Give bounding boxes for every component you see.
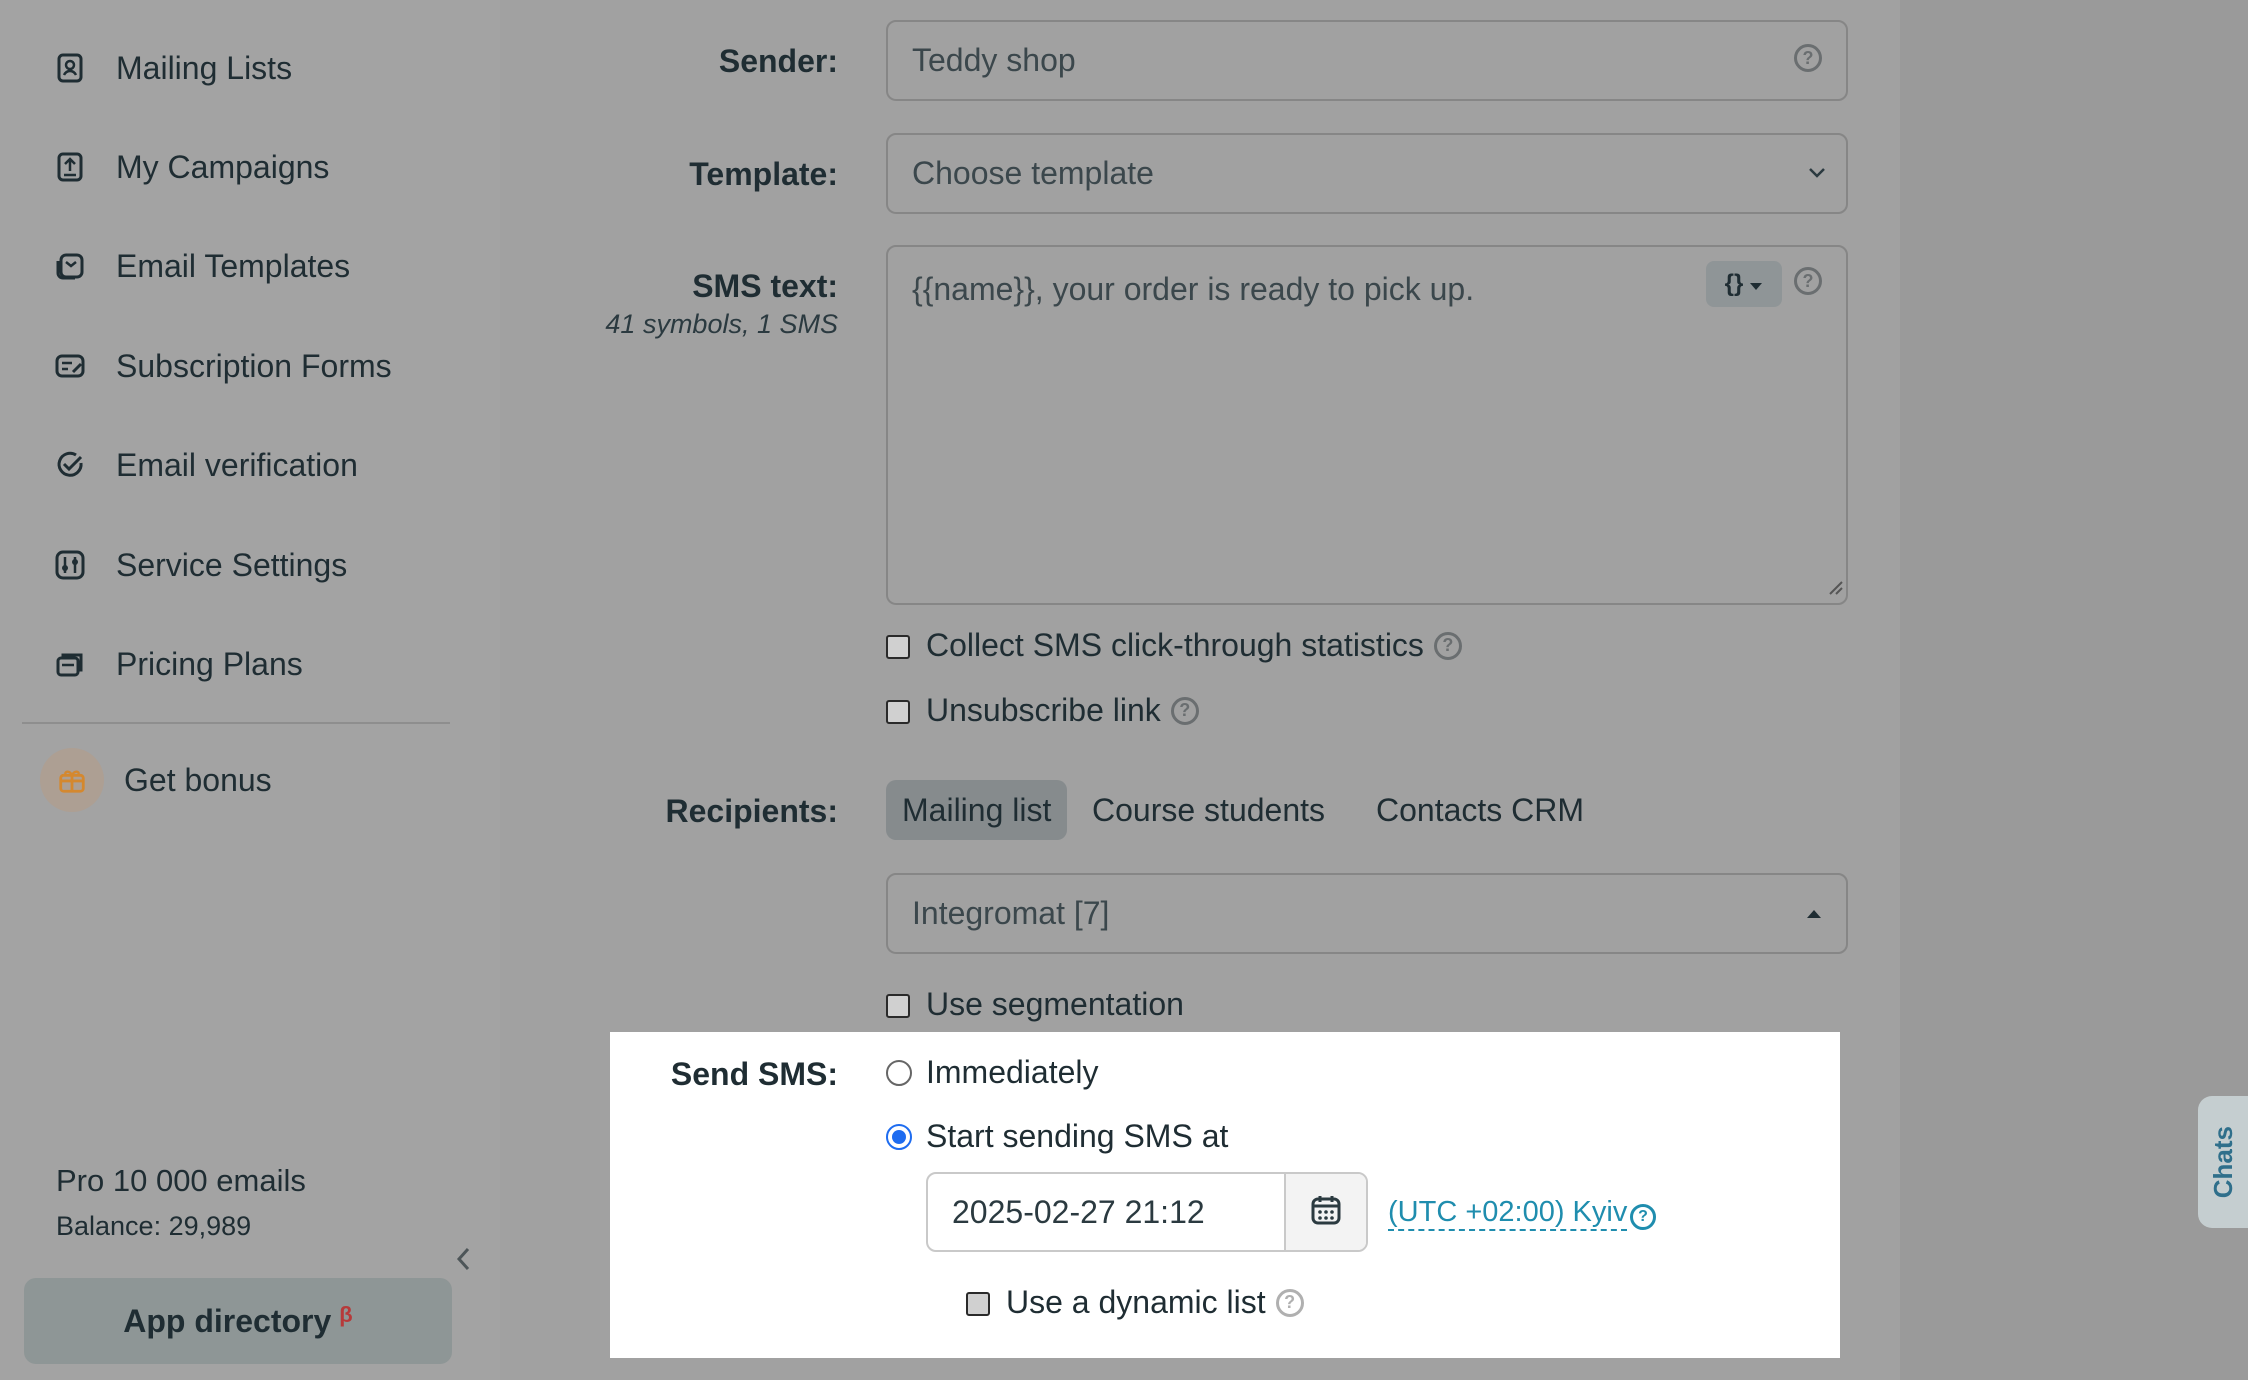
segmentation-label: Use segmentation [926, 986, 1184, 1022]
sidebar-item-label: Email Templates [116, 247, 351, 284]
check-circle-icon [52, 447, 88, 483]
plan-name: Pro 10 000 emails [56, 1163, 306, 1198]
timezone-help-icon[interactable]: ? [1630, 1204, 1656, 1230]
dynamic-list-checkbox[interactable] [966, 1292, 990, 1316]
template-label: Template: [689, 156, 838, 192]
sidebar-item-my-campaigns[interactable]: My Campaigns [52, 137, 329, 197]
datetime-input[interactable]: 2025-02-27 21:12 [928, 1174, 1286, 1250]
calendar-icon [1309, 1193, 1343, 1232]
account-balance: Balance: 29,989 [56, 1211, 252, 1241]
caret-up-icon [1806, 907, 1822, 925]
sidebar-item-label: Pricing Plans [116, 645, 303, 682]
beta-badge: β [339, 1302, 353, 1327]
unsubscribe-label: Unsubscribe link [926, 692, 1161, 728]
chevron-down-icon [1806, 165, 1828, 186]
sidebar-divider [22, 722, 450, 724]
sidebar-item-label: Email verification [116, 446, 358, 483]
variables-dropdown-button[interactable]: {} [1706, 261, 1782, 307]
tab-contacts-crm[interactable]: Contacts CRM [1360, 780, 1600, 840]
unsubscribe-checkbox[interactable] [886, 700, 910, 724]
collect-stats-checkbox[interactable] [886, 635, 910, 659]
contact-list-icon [52, 50, 88, 86]
recipients-label: Recipients: [665, 793, 838, 829]
sidebar-item-label: Mailing Lists [116, 49, 293, 86]
email-template-icon [52, 248, 88, 284]
caret-down-icon [1749, 270, 1763, 298]
sms-text-help-icon[interactable]: ? [1794, 267, 1822, 295]
settings-sliders-icon [52, 547, 88, 583]
app-directory-button[interactable]: App directory β [24, 1278, 452, 1364]
template-value: Choose template [912, 155, 1154, 191]
sidebar-item-label: Service Settings [116, 546, 348, 583]
gift-icon [40, 748, 104, 812]
send-sms-label: Send SMS: [670, 1056, 838, 1092]
dynamic-list-help-icon[interactable]: ? [1275, 1288, 1304, 1317]
send-immediately-radio[interactable] [886, 1060, 912, 1086]
sms-text-label: SMS text: [692, 268, 838, 304]
collect-stats-help-icon[interactable]: ? [1433, 631, 1462, 660]
mailing-list-select[interactable]: Integromat [7] [886, 873, 1848, 954]
sidebar-item-service-settings[interactable]: Service Settings [52, 535, 347, 595]
sidebar-item-label: My Campaigns [116, 148, 330, 185]
tab-mailing-list[interactable]: Mailing list [886, 780, 1068, 840]
sidebar: Mailing Lists My Campaigns Email Templat… [0, 0, 500, 1380]
sidebar-item-label: Subscription Forms [116, 347, 392, 384]
timezone-link[interactable]: (UTC +02:00) Kyiv [1388, 1196, 1628, 1231]
pricing-cards-icon [52, 646, 88, 682]
send-scheduled-label: Start sending SMS at [926, 1118, 1229, 1154]
collapse-sidebar-icon[interactable] [452, 1244, 476, 1274]
chats-label: Chats [2207, 1125, 2238, 1199]
sidebar-item-email-templates[interactable]: Email Templates [52, 236, 350, 296]
right-gutter [1900, 0, 2248, 1380]
collect-stats-option: Collect SMS click-through statistics ? [926, 627, 1462, 664]
sms-text-area[interactable]: {{name}}, your order is ready to pick up… [886, 245, 1848, 605]
send-scheduled-radio[interactable] [886, 1124, 912, 1150]
segmentation-checkbox[interactable] [886, 994, 910, 1018]
collect-stats-label: Collect SMS click-through statistics [926, 627, 1424, 663]
sidebar-item-subscription-forms[interactable]: Subscription Forms [52, 336, 392, 396]
sms-text-value: {{name}}, your order is ready to pick up… [912, 271, 1475, 307]
get-bonus-label: Get bonus [124, 761, 272, 798]
get-bonus-link[interactable]: Get bonus [40, 748, 272, 812]
template-select[interactable]: Choose template [886, 133, 1848, 214]
sender-label: Sender: [718, 43, 838, 79]
send-immediately-label: Immediately [926, 1054, 1099, 1090]
app-directory-label: App directory [123, 1302, 332, 1339]
mailing-list-value: Integromat [7] [912, 895, 1110, 931]
chats-tab[interactable]: Chats [2198, 1096, 2248, 1228]
sidebar-item-pricing-plans[interactable]: Pricing Plans [52, 634, 303, 694]
sidebar-item-mailing-lists[interactable]: Mailing Lists [52, 38, 292, 98]
sender-value: Teddy shop [912, 42, 1076, 78]
dynamic-list-label: Use a dynamic list [1006, 1284, 1266, 1320]
sender-field[interactable]: Teddy shop ? [886, 20, 1848, 101]
resize-handle-icon[interactable] [1826, 578, 1844, 601]
sender-help-icon[interactable]: ? [1794, 44, 1822, 72]
sidebar-item-email-verification[interactable]: Email verification [52, 435, 358, 495]
subscription-form-icon [52, 348, 88, 384]
calendar-button[interactable] [1286, 1174, 1366, 1250]
tab-course-students[interactable]: Course students [1076, 780, 1341, 840]
datetime-picker: 2025-02-27 21:12 [926, 1172, 1368, 1252]
variables-button-label: {} [1724, 270, 1744, 297]
campaign-upload-icon [52, 149, 88, 185]
dynamic-list-option: Use a dynamic list ? [1006, 1284, 1304, 1321]
sms-text-meta: 41 symbols, 1 SMS [605, 309, 838, 339]
unsubscribe-option: Unsubscribe link ? [926, 692, 1199, 729]
unsubscribe-help-icon[interactable]: ? [1170, 696, 1199, 725]
